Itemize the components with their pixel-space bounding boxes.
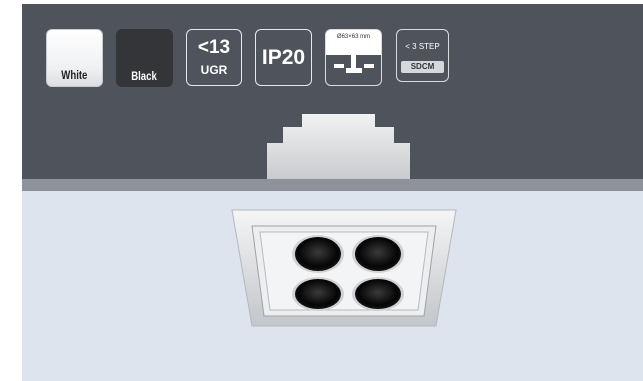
divider-strip [22,179,643,191]
lamp-cup-bottom-left [292,277,344,311]
ugr-badge: <13 UGR [186,29,242,86]
lamp-cup-bottom-right [352,277,404,311]
cutout-label: Ø63×63 mm [336,34,371,40]
step-label: < 3 STEP [405,41,440,51]
product-viewer: White Black <13 UGR IP20 Ø63×63 mm < 3 S… [22,4,643,381]
ip-rating-badge: IP20 [255,29,312,86]
fixture-front-view [231,209,457,327]
top-panel: White Black <13 UGR IP20 Ø63×63 mm < 3 S… [22,4,643,179]
finish-black-option[interactable]: Black [116,29,173,87]
finish-black-label: Black [131,69,158,83]
ceiling-cutout-icon [334,52,374,73]
finish-white-option[interactable]: White [46,29,103,87]
ip-rating-label: IP20 [261,45,306,69]
finish-white-label: White [61,68,88,82]
sdcm-label: SDCM [401,60,444,73]
lamp-cup-top-left [292,235,344,273]
ugr-value: <13 [197,36,231,58]
sdcm-badge: < 3 STEP SDCM [396,29,449,82]
lamp-cup-top-right [352,235,404,273]
cutout-badge: Ø63×63 mm [325,29,382,86]
fixture-side-profile [267,114,410,179]
ugr-label: UGR [200,62,228,77]
